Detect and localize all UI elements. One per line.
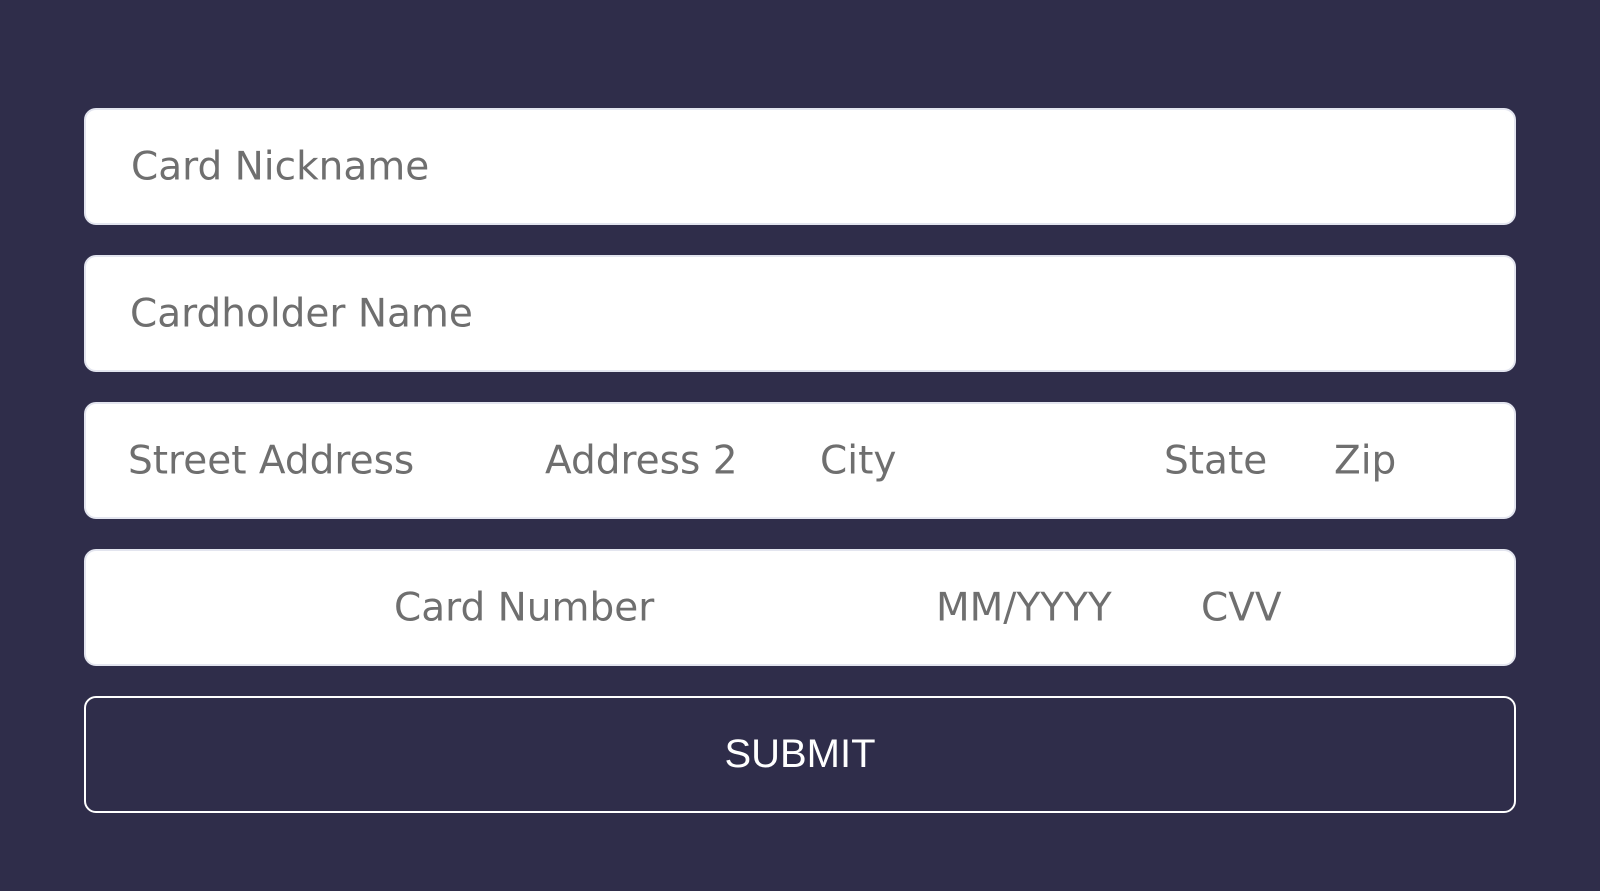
payment-card-form: Card Nickname Cardholder Name Street Add… <box>84 108 1516 813</box>
expiry-input[interactable]: MM/YYYY <box>936 585 1112 630</box>
address-2-input[interactable]: Address 2 <box>545 438 738 483</box>
card-number-input[interactable]: Card Number <box>394 585 654 630</box>
zip-input[interactable]: Zip <box>1334 438 1396 483</box>
submit-button-label: SUBMIT <box>724 732 876 776</box>
cvv-input[interactable]: CVV <box>1201 585 1282 630</box>
address-row: Street Address Address 2 City State Zip <box>84 402 1516 519</box>
card-details-row: Card Number MM/YYYY CVV <box>84 549 1516 666</box>
state-input[interactable]: State <box>1164 438 1267 483</box>
submit-button[interactable]: SUBMIT <box>84 696 1516 813</box>
card-nickname-input[interactable]: Card Nickname <box>131 144 429 189</box>
cardholder-name-input[interactable]: Cardholder Name <box>130 291 473 336</box>
street-address-input[interactable]: Street Address <box>128 438 414 483</box>
card-nickname-field[interactable]: Card Nickname <box>84 108 1516 225</box>
cardholder-name-field[interactable]: Cardholder Name <box>84 255 1516 372</box>
city-input[interactable]: City <box>820 438 896 483</box>
